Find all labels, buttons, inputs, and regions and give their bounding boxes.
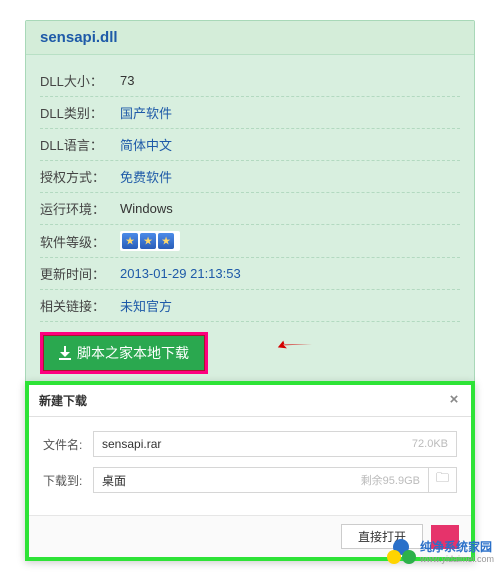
download-dialog: 新建下载 × 文件名: 72.0KB 下载到: 剩余95.9GB 🗀 直接打开 — [25, 381, 475, 561]
value-language[interactable]: 简体中文 — [120, 135, 172, 154]
dll-info-card: sensapi.dll DLL大小： 73 DLL类别： 国产软件 DLL语言：… — [25, 20, 475, 389]
dialog-title: 新建下载 — [39, 392, 87, 409]
label-language: DLL语言： — [40, 135, 120, 154]
row-runtime: 运行环境： Windows — [40, 193, 460, 225]
dialog-header: 新建下载 × — [29, 385, 471, 417]
row-saveto: 下载到: 剩余95.9GB 🗀 — [43, 467, 457, 493]
download-label: 脚本之家本地下载 — [77, 343, 189, 363]
remaining-text: 剩余95.9GB — [361, 472, 420, 488]
page-title: sensapi.dll — [26, 21, 474, 55]
filename-input[interactable] — [102, 437, 406, 451]
value-category[interactable]: 国产软件 — [120, 103, 172, 122]
open-directly-button[interactable]: 直接打开 — [341, 524, 423, 549]
label-saveto: 下载到: — [43, 472, 93, 489]
folder-icon: 🗀 — [436, 469, 449, 491]
label-license: 授权方式： — [40, 167, 120, 186]
label-size: DLL大小： — [40, 71, 120, 90]
row-license: 授权方式： 免费软件 — [40, 161, 460, 193]
row-category: DLL类别： 国产软件 — [40, 97, 460, 129]
row-updated: 更新时间： 2013-01-29 21:13:53 — [40, 258, 460, 290]
filesize-text: 72.0KB — [412, 438, 448, 450]
row-size: DLL大小： 73 — [40, 65, 460, 97]
dialog-footer: 直接打开 — [29, 515, 471, 557]
browse-folder-button[interactable]: 🗀 — [429, 467, 457, 493]
info-body: DLL大小： 73 DLL类别： 国产软件 DLL语言： 简体中文 授权方式： … — [26, 55, 474, 388]
star-icon — [140, 233, 156, 249]
row-related: 相关链接： 未知官方 — [40, 290, 460, 322]
label-runtime: 运行环境： — [40, 199, 120, 218]
more-button[interactable] — [431, 525, 459, 549]
download-button[interactable]: 脚本之家本地下载 — [40, 332, 208, 374]
value-runtime: Windows — [120, 201, 173, 216]
row-filename: 文件名: 72.0KB — [43, 431, 457, 457]
value-related[interactable]: 未知官方 — [120, 296, 172, 315]
label-related: 相关链接： — [40, 296, 120, 315]
value-updated: 2013-01-29 21:13:53 — [120, 266, 241, 281]
dialog-body: 文件名: 72.0KB 下载到: 剩余95.9GB 🗀 — [29, 417, 471, 515]
filename-input-wrap[interactable]: 72.0KB — [93, 431, 457, 457]
label-filename: 文件名: — [43, 436, 93, 453]
value-size: 73 — [120, 73, 134, 88]
saveto-input[interactable] — [102, 473, 355, 487]
download-icon — [59, 347, 71, 359]
value-license[interactable]: 免费软件 — [120, 167, 172, 186]
label-updated: 更新时间： — [40, 264, 120, 283]
star-icon — [158, 233, 174, 249]
star-icon — [122, 233, 138, 249]
row-rating: 软件等级： — [40, 225, 460, 258]
label-rating: 软件等级： — [40, 232, 120, 251]
saveto-input-wrap[interactable]: 剩余95.9GB — [93, 467, 429, 493]
close-icon[interactable]: × — [447, 394, 461, 408]
row-language: DLL语言： 简体中文 — [40, 129, 460, 161]
rating-stars — [120, 231, 180, 251]
label-category: DLL类别： — [40, 103, 120, 122]
